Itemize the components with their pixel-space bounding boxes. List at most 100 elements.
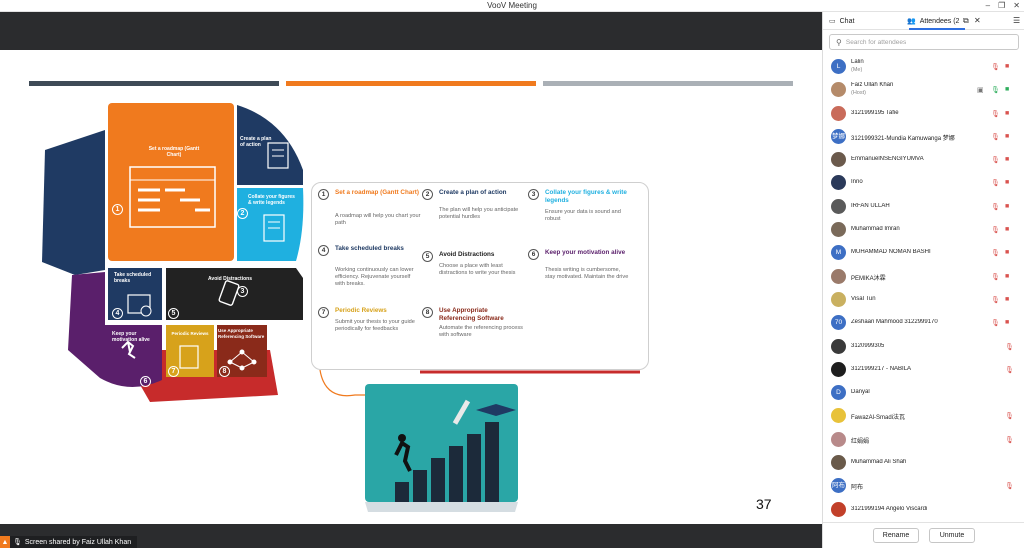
avatar: D	[831, 385, 846, 401]
segment-2-number: 2	[237, 208, 248, 219]
attendee-name: Lalin	[851, 59, 864, 65]
microphone-muted-icon[interactable]: 🎙	[991, 63, 1000, 71]
attendee-name: Faiz Ullah Khan	[851, 82, 894, 89]
segment-4-number: 4	[112, 308, 123, 319]
step-description: Thesis writing is cumbersome, stay motiv…	[545, 267, 629, 280]
search-box[interactable]: ⚲	[829, 34, 1019, 50]
microphone-muted-icon[interactable]: 🎙	[991, 273, 1000, 281]
attendee-row[interactable]: Muhammad Ali Shah	[823, 451, 1024, 474]
segment-4-label: Take scheduled breaks	[114, 272, 152, 284]
avatar	[831, 222, 846, 238]
step-title: Use Appropriate Referencing Software	[439, 307, 504, 322]
microphone-muted-icon[interactable]: 🎙	[991, 319, 1000, 327]
microphone-muted-icon[interactable]: 🎙	[991, 179, 1000, 187]
share-top-margin	[0, 12, 822, 50]
window-title: VooV Meeting	[487, 1, 537, 10]
segment-1-number: 1	[112, 204, 123, 215]
attendee-name: MUHAMMAD NOMAN BASHI	[851, 249, 931, 256]
microphone-muted-icon[interactable]: 🎙	[1005, 412, 1014, 420]
microphone-muted-icon[interactable]: 🎙	[991, 249, 1000, 257]
attendee-row[interactable]: 3120999305 🎙	[823, 335, 1024, 358]
attendee-row[interactable]: 3121999217 - NABILA 🎙	[823, 358, 1024, 381]
attendee-row[interactable]: FawazAl-Smadi法瓦 🎙	[823, 404, 1024, 427]
camera-off-icon[interactable]: ■	[1005, 226, 1009, 233]
segment-8-number: 8	[219, 366, 230, 377]
attendee-row[interactable]: Inno 🎙 ■	[823, 171, 1024, 194]
attendee-row[interactable]: EmmanuelNSENGIYUMVA 🎙 ■	[823, 148, 1024, 171]
microphone-muted-icon[interactable]: 🎙	[1005, 343, 1014, 351]
step-description: Choose a place with least distractions t…	[439, 263, 516, 276]
menu-icon[interactable]: ☰	[1013, 12, 1020, 30]
step-number: 4	[318, 245, 329, 256]
microphone-icon[interactable]: 🎙	[991, 86, 1000, 94]
attendee-name: 3121999321-Mundia Kamuwanga 梦娜	[851, 135, 955, 142]
attendee-row[interactable]: 70 Zeshaan Mahmood 3122999170 🎙 ■	[823, 311, 1024, 334]
slide-number: 37	[756, 496, 772, 512]
segment-5-number: 5	[168, 308, 179, 319]
step-description: Automate the referencing process with so…	[439, 325, 523, 338]
close-icon[interactable]: ✕	[1013, 0, 1020, 12]
attendee-name: 3121999194 Angelo Viscardi	[851, 505, 928, 512]
camera-off-icon[interactable]: ■	[1005, 203, 1009, 210]
step-number: 1	[318, 189, 329, 200]
camera-off-icon[interactable]: ■	[1005, 156, 1009, 163]
microphone-muted-icon[interactable]: 🎙	[991, 110, 1000, 118]
rename-button[interactable]: Rename	[873, 528, 919, 543]
restore-icon[interactable]: ❐	[998, 0, 1005, 12]
camera-off-icon[interactable]: ■	[1005, 179, 1009, 186]
attendee-list: L Lalin (Me) 🎙 ■ Faiz Ullah Khan (Host) ▣ 🎙 ■ 3121…	[823, 55, 1024, 521]
search-input[interactable]	[845, 38, 1006, 46]
microphone-muted-icon[interactable]: 🎙	[1005, 436, 1014, 444]
attendee-row[interactable]: Visal Tun 🎙 ■	[823, 288, 1024, 311]
microphone-muted-icon[interactable]: 🎙	[991, 203, 1000, 211]
avatar: M	[831, 245, 846, 261]
attendee-row[interactable]: M MUHAMMAD NOMAN BASHI 🎙 ■	[823, 241, 1024, 264]
microphone-muted-icon[interactable]: 🎙	[991, 226, 1000, 234]
share-status-icon: ▲	[0, 536, 10, 548]
microphone-muted-icon[interactable]: 🎙	[1005, 366, 1014, 374]
screen-share-label: Screen shared by Faiz Ullah Khan	[24, 538, 132, 546]
camera-off-icon[interactable]: ■	[1005, 273, 1009, 280]
microphone-muted-icon[interactable]: 🎙	[1005, 482, 1014, 490]
attendee-name: Visal Tun	[851, 295, 876, 302]
close-panel-icon[interactable]: ✕	[974, 12, 981, 30]
popout-icon[interactable]: ⧉	[963, 12, 969, 30]
camera-off-icon[interactable]: ■	[1005, 319, 1009, 326]
avatar: L	[831, 59, 846, 74]
camera-off-icon[interactable]: ■	[1005, 296, 1009, 303]
minimize-icon[interactable]: –	[986, 0, 990, 12]
avatar	[831, 408, 846, 424]
segment-6-label: Keep your motivation alive	[112, 331, 150, 343]
camera-icon[interactable]: ■	[1005, 86, 1009, 93]
microphone-muted-icon[interactable]: 🎙	[991, 296, 1000, 304]
attendee-row[interactable]: IRFAN ULLAH 🎙 ■	[823, 195, 1024, 218]
attendee-row[interactable]: PEMIKA沐霖 🎙 ■	[823, 265, 1024, 288]
camera-off-icon[interactable]: ■	[1005, 133, 1009, 140]
avatar: 梦娜	[831, 128, 846, 144]
attendee-row[interactable]: 阿布 阿布 🎙	[823, 474, 1024, 497]
attendee-row[interactable]: D Danyal	[823, 381, 1024, 404]
unmute-button[interactable]: Unmute	[929, 528, 975, 543]
step-number: 2	[422, 189, 433, 200]
step-title: Take scheduled breaks	[335, 245, 404, 252]
attendee-name: FawazAl-Smadi法瓦	[851, 415, 906, 422]
camera-off-icon[interactable]: ■	[1005, 63, 1009, 70]
attendee-row[interactable]: Muhammad Imran 🎙 ■	[823, 218, 1024, 241]
microphone-muted-icon[interactable]: 🎙	[991, 156, 1000, 164]
attendee-row[interactable]: 红娟娟 🎙	[823, 428, 1024, 451]
attendee-row[interactable]: 梦娜 3121999321-Mundia Kamuwanga 梦娜 🎙 ■	[823, 125, 1024, 148]
camera-off-icon[interactable]: ■	[1005, 249, 1009, 256]
avatar: 70	[831, 315, 846, 331]
step-description: Working continuously can lower efficienc…	[335, 267, 414, 287]
attendee-row[interactable]: L Lalin (Me) 🎙 ■	[823, 55, 1024, 78]
step-title: Set a roadmap (Gantt Chart)	[335, 189, 419, 196]
avatar	[831, 455, 846, 471]
attendee-row[interactable]: Faiz Ullah Khan (Host) ▣ 🎙 ■	[823, 78, 1024, 101]
attendee-row[interactable]: 3121999194 Angelo Viscardi	[823, 498, 1024, 521]
microphone-muted-icon[interactable]: 🎙	[991, 133, 1000, 141]
step-description: Submit your thesis to your guide periodi…	[335, 319, 415, 332]
camera-off-icon[interactable]: ■	[1005, 110, 1009, 117]
step-number: 3	[528, 189, 539, 200]
attendee-row[interactable]: 3121999195 Tafie 🎙 ■	[823, 102, 1024, 125]
tab-chat[interactable]: ▭ Chat	[829, 12, 854, 30]
